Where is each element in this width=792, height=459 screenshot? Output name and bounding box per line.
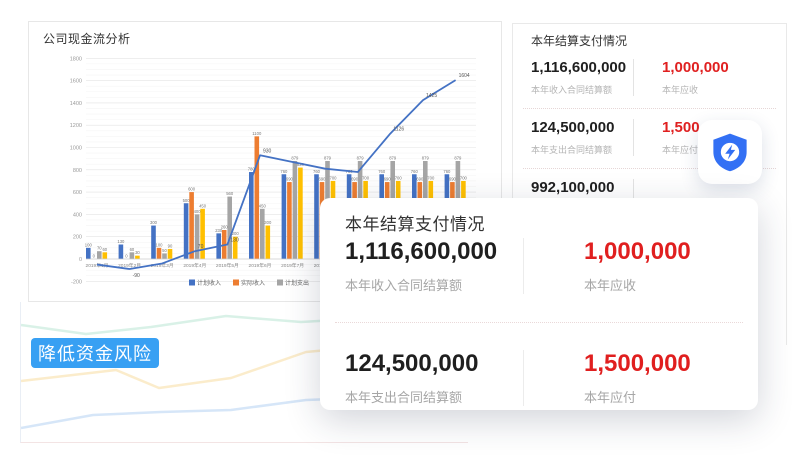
- balance-value: 992,100,000: [531, 179, 621, 196]
- svg-text:690: 690: [286, 177, 294, 182]
- svg-text:1200: 1200: [70, 123, 82, 129]
- income-settlement-value: 1,116,600,000: [531, 59, 621, 76]
- svg-text:计划收入: 计划收入: [197, 279, 221, 287]
- overlay-expense-settlement-value: 124,500,000: [345, 350, 523, 378]
- svg-text:879: 879: [454, 155, 462, 160]
- svg-text:-200: -200: [71, 279, 82, 285]
- svg-text:2019年5月: 2019年5月: [216, 262, 239, 269]
- svg-text:690: 690: [319, 177, 327, 182]
- svg-text:690: 690: [449, 177, 457, 182]
- svg-text:70: 70: [198, 244, 204, 250]
- panel-row-income: 1,116,600,000 本年收入合同结算额 1,000,000 本年应收: [513, 49, 786, 96]
- overlay-income-settlement-value: 1,116,600,000: [345, 238, 523, 266]
- svg-text:实际收入: 实际收入: [241, 279, 265, 287]
- overlay-receivable-value: 1,000,000: [584, 238, 691, 266]
- overlay-row-income: 1,116,600,000 本年收入合同结算额 1,000,000 本年应收: [345, 238, 691, 294]
- svg-text:500: 500: [183, 198, 191, 203]
- svg-text:1425: 1425: [426, 93, 437, 99]
- svg-text:450: 450: [259, 203, 267, 208]
- svg-text:700: 700: [395, 175, 403, 180]
- svg-text:760: 760: [443, 169, 451, 174]
- svg-text:100: 100: [85, 242, 93, 247]
- receivable-value: 1,000,000: [662, 59, 729, 76]
- svg-text:879: 879: [324, 155, 332, 160]
- svg-text:879: 879: [357, 155, 365, 160]
- svg-text:1400: 1400: [70, 101, 82, 107]
- overlay-income-settlement-label: 本年收入合同结算额: [345, 275, 523, 294]
- divider: [335, 322, 743, 323]
- svg-text:2019年7月: 2019年7月: [281, 262, 304, 269]
- expense-settlement-label: 本年支出合同结算额: [531, 143, 621, 156]
- svg-text:130: 130: [117, 239, 125, 244]
- svg-text:930: 930: [263, 148, 272, 154]
- overlay-payable-value: 1,500,000: [584, 350, 691, 378]
- svg-text:0: 0: [125, 254, 128, 259]
- svg-text:1800: 1800: [70, 56, 82, 62]
- svg-text:760: 760: [378, 169, 386, 174]
- svg-text:760: 760: [411, 169, 419, 174]
- svg-text:879: 879: [422, 155, 430, 160]
- svg-text:690: 690: [351, 177, 359, 182]
- panel-title: 本年结算支付情况: [513, 24, 786, 49]
- svg-text:400: 400: [194, 209, 202, 214]
- svg-text:1604: 1604: [459, 73, 470, 79]
- svg-text:50: 50: [162, 248, 167, 253]
- chart-title: 公司现金流分析: [43, 30, 131, 47]
- settlement-overlay-card: 本年结算支付情况 1,116,600,000 本年收入合同结算额 1,000,0…: [320, 198, 758, 410]
- svg-text:690: 690: [416, 177, 424, 182]
- svg-text:560: 560: [226, 191, 234, 196]
- svg-text:-90: -90: [133, 273, 140, 279]
- svg-text:90: 90: [168, 243, 173, 248]
- shield-badge-card: [698, 120, 762, 184]
- svg-text:100: 100: [156, 242, 164, 247]
- svg-text:600: 600: [73, 190, 82, 196]
- svg-text:400: 400: [73, 212, 82, 218]
- income-settlement-label: 本年收入合同结算额: [531, 83, 621, 96]
- svg-text:690: 690: [384, 177, 392, 182]
- svg-text:700: 700: [362, 175, 370, 180]
- svg-text:200: 200: [73, 235, 82, 241]
- svg-text:60: 60: [102, 247, 107, 252]
- svg-text:760: 760: [280, 169, 288, 174]
- svg-text:600: 600: [188, 187, 196, 192]
- overlay-expense-settlement-label: 本年支出合同结算额: [345, 387, 523, 406]
- overlay-title: 本年结算支付情况: [345, 210, 485, 235]
- svg-text:1126: 1126: [393, 126, 404, 132]
- expense-settlement-value: 124,500,000: [531, 119, 621, 136]
- svg-text:300: 300: [150, 220, 158, 225]
- overlay-receivable-label: 本年应收: [584, 275, 691, 294]
- svg-text:0: 0: [93, 254, 96, 259]
- overlay-row-expense: 124,500,000 本年支出合同结算额 1,500,000 本年应付: [345, 350, 691, 406]
- svg-text:130: 130: [230, 238, 239, 244]
- svg-text:800: 800: [73, 168, 82, 174]
- svg-text:计划支出: 计划支出: [285, 279, 309, 287]
- receivable-label: 本年应收: [662, 83, 729, 96]
- svg-text:1100: 1100: [252, 131, 262, 136]
- svg-text:879: 879: [291, 155, 299, 160]
- svg-text:30: 30: [135, 250, 140, 255]
- overlay-payable-label: 本年应付: [584, 387, 691, 406]
- svg-text:450: 450: [199, 203, 207, 208]
- svg-text:260: 260: [221, 225, 229, 230]
- svg-text:760: 760: [313, 169, 321, 174]
- svg-text:0: 0: [79, 257, 82, 263]
- svg-text:879: 879: [389, 155, 397, 160]
- svg-text:2019年6月: 2019年6月: [249, 262, 272, 269]
- svg-text:700: 700: [460, 175, 468, 180]
- svg-text:1000: 1000: [70, 146, 82, 152]
- svg-text:700: 700: [427, 175, 435, 180]
- svg-text:1600: 1600: [70, 79, 82, 85]
- svg-text:300: 300: [264, 220, 272, 225]
- shield-lightning-icon: [709, 131, 751, 173]
- svg-text:700: 700: [330, 175, 338, 180]
- reduce-risk-button[interactable]: 降低资金风险: [31, 338, 159, 368]
- svg-text:2019年4月: 2019年4月: [183, 262, 206, 269]
